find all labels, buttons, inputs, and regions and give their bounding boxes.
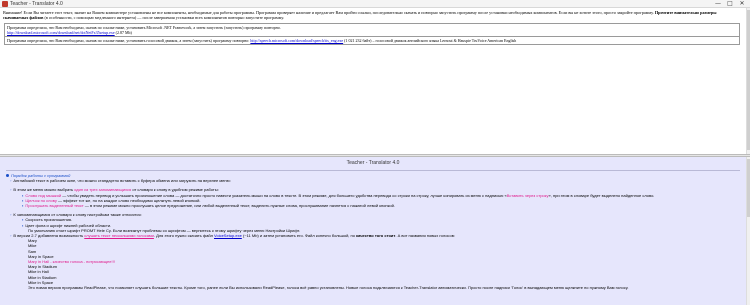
voice-setup-link[interactable]: VoiceSetup.exe xyxy=(214,233,242,238)
minimize-button[interactable]: — xyxy=(712,0,724,8)
help-divider xyxy=(6,170,740,171)
bottom-help-pane: Teacher - Translator 4.0 Порядок работы … xyxy=(0,157,746,305)
maximize-button[interactable]: □ xyxy=(724,0,736,8)
version-end: . А вот названия новых голосов: xyxy=(395,233,455,239)
intro-text: Английский текст в рабочем окне, что мож… xyxy=(13,178,231,184)
warning-tail: (в особенности, с помощью медленного инт… xyxy=(43,15,285,20)
row2-tail: (1 021 232 байт) – голосовой движок англ… xyxy=(344,38,517,43)
download-row: Программа определила, что Вам необходимо… xyxy=(5,37,739,44)
mode3-text: — в этом режиме можно прослушать целое п… xyxy=(83,203,395,209)
bottom-scrollbar[interactable] xyxy=(746,157,750,305)
close-button[interactable]: ✕ xyxy=(736,0,748,8)
version-mid: . Для этого нужно скачать файл xyxy=(153,233,215,239)
download-table: Программа определила, что Вам необходимо… xyxy=(4,23,740,45)
row2-text: Программа определила, что Вам необходимо… xyxy=(7,38,250,43)
footer-note: Это новая версия программы ReadPlease, ч… xyxy=(28,285,629,291)
row1-link[interactable]: http://download.microsoft.com/download/n… xyxy=(7,30,115,35)
voices-list: Mary Mike Sam Mary in Space Mary in Hall… xyxy=(28,238,746,285)
window-title: Teacher - Translator 4.0 xyxy=(10,1,63,7)
download-row: Программа определила, что Вам необходимо… xyxy=(5,24,739,37)
top-browser-pane: Внимание! Если Вы читаете этот текст, зн… xyxy=(0,8,746,154)
mode1-tail: », при этом в словаре будет выделено най… xyxy=(548,192,655,198)
row2-link[interactable]: http://speech.microsoft.com/download/spe… xyxy=(250,38,343,43)
help-title: Teacher - Translator 4.0 xyxy=(346,160,400,166)
mode1-quote: Вставить через строку xyxy=(506,192,549,198)
warning-message: Внимание! Если Вы читаете этот текст, зн… xyxy=(0,8,746,20)
settings-2: Цвет фона и шрифт нижней рабочей области… xyxy=(25,222,112,228)
version-bold: качество того стоит xyxy=(356,233,396,239)
row1-size: (2.87 Mb) xyxy=(115,30,132,35)
mode3-highlight: Прослушать выделенный текст xyxy=(25,203,84,209)
title-bar: Teacher - Translator 4.0 — □ ✕ xyxy=(0,0,750,8)
modes-list: Слово под мышкой — чтобы увидеть перевод… xyxy=(22,193,746,209)
top-scrollbar[interactable] xyxy=(746,8,750,154)
bullet-icon xyxy=(6,174,9,178)
window-controls: — □ ✕ xyxy=(712,0,748,8)
settings-list: Скорость произношения. Цвет фона и шрифт… xyxy=(22,217,746,227)
app-icon xyxy=(2,1,8,7)
version-tail: (~11 Mb) и затем установить его. Файл ко… xyxy=(241,233,357,239)
version-highlight: слушать текст несколькими голосами xyxy=(84,233,154,239)
version-prefix: В версии 2.7 добавлена возможность xyxy=(13,233,85,239)
